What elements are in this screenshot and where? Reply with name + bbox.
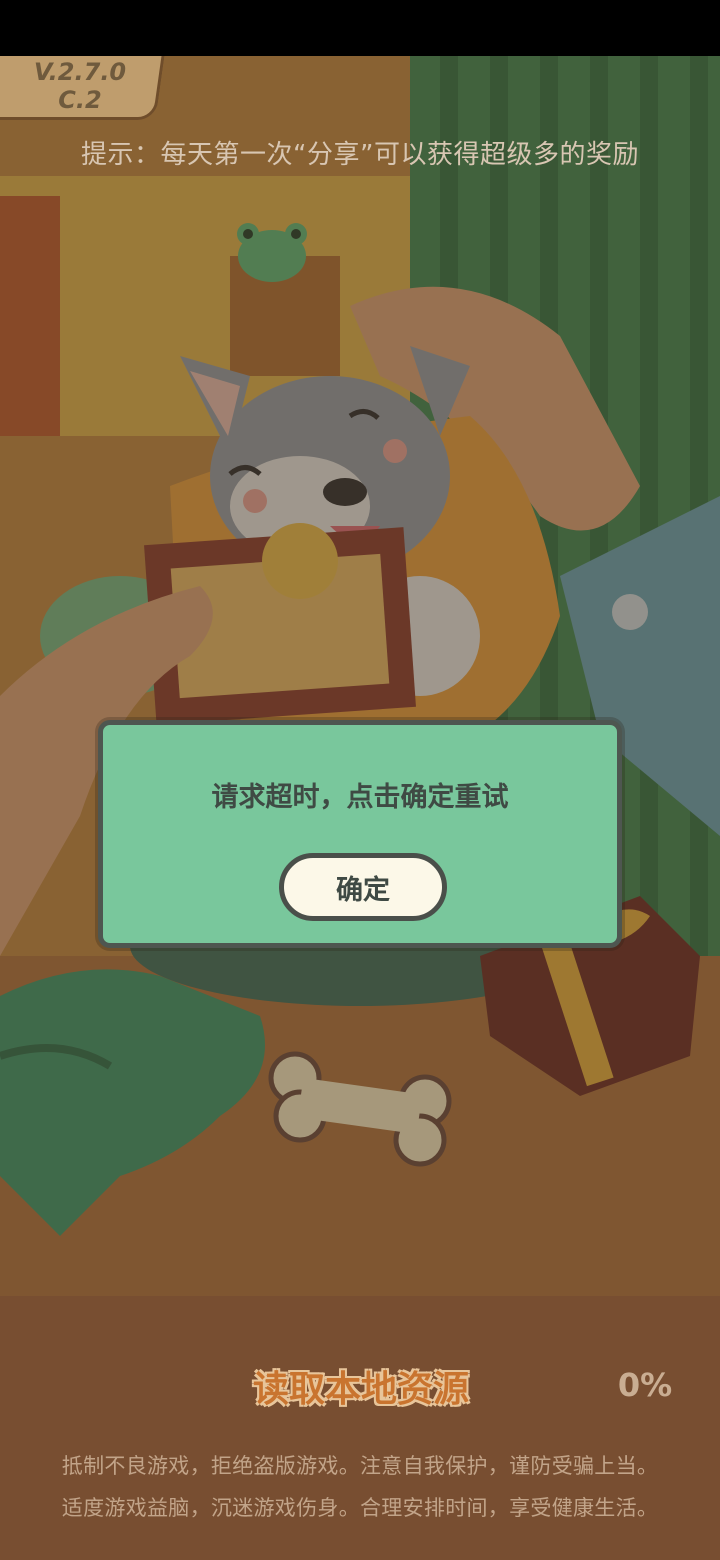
status-bar xyxy=(0,0,720,56)
timeout-dialog: 请求超时，点击确定重试 确定 xyxy=(98,720,622,948)
version-text: V.2.7.0 C.2 xyxy=(33,58,127,114)
dialog-message: 请求超时，点击确定重试 xyxy=(211,782,509,813)
health-notice-line-1: 抵制不良游戏，拒绝盗版游戏。注意自我保护，谨防受骗上当。 xyxy=(61,1454,659,1478)
confirm-button[interactable]: 确定 xyxy=(279,853,447,921)
confirm-button-label: 确定 xyxy=(336,874,390,906)
loading-label: 读取本地资源 xyxy=(252,1369,469,1410)
loading-percent: 0% xyxy=(617,1366,673,1404)
share-tip: 提示：每天第一次“分享”可以获得超级多的奖励 xyxy=(81,140,639,170)
health-notice-line-2: 适度游戏益脑，沉迷游戏伤身。合理安排时间，享受健康生活。 xyxy=(61,1496,659,1520)
